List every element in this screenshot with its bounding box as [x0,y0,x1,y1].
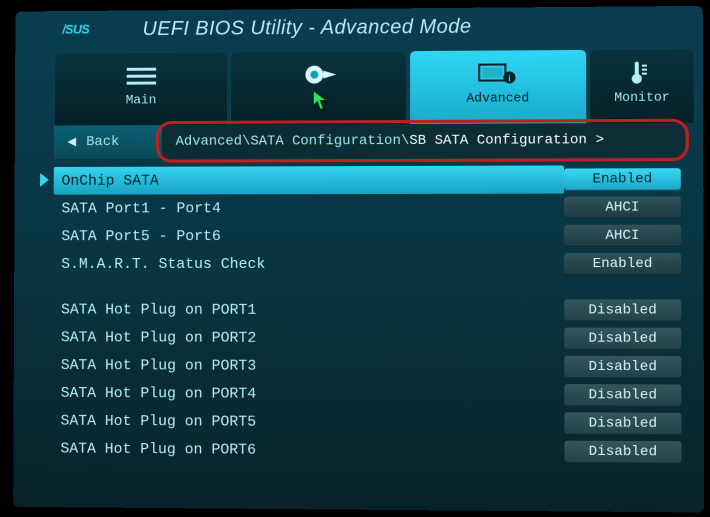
hotplug-row-port6[interactable]: SATA Hot Plug on PORT6 Disabled [53,435,686,467]
hotplug-row-port4[interactable]: SATA Hot Plug on PORT4 Disabled [53,379,686,410]
setting-label: SATA Port1 - Port4 [54,199,564,217]
setting-label: S.M.A.R.T. Status Check [53,255,564,272]
setting-label: SATA Hot Plug on PORT1 [53,301,564,319]
tab-label: Main [126,92,157,107]
spacer [53,278,685,297]
setting-row-sata-port1-4[interactable]: SATA Port1 - Port4 AHCI [54,193,685,222]
hotplug-row-port1[interactable]: SATA Hot Plug on PORT1 Disabled [53,296,685,325]
setting-value[interactable]: Disabled [564,328,681,351]
setting-label: SATA Hot Plug on PORT3 [53,357,564,376]
bars-icon [61,60,222,91]
crumb-seg: SATA Configuration\ [250,133,409,150]
crumb-current: SB SATA Configuration > [409,132,604,149]
chip-info-icon: i [416,58,580,89]
tab-bar: Main i [54,48,695,125]
bullet-icon [237,59,399,90]
cursor-icon [312,89,328,116]
setting-value[interactable]: Disabled [564,441,681,464]
setting-label: SATA Port5 - Port6 [53,227,564,244]
breadcrumb-bar: ◄ Back Advanced\ SATA Configuration\ SB … [54,123,685,159]
bios-screen: /SUS UEFI BIOS Utility - Advanced Mode M… [13,6,704,513]
svg-text:/SUS: /SUS [62,22,90,37]
setting-value[interactable]: Disabled [564,299,681,321]
asus-logo: /SUS [62,16,131,42]
tab-tweaker[interactable] [230,50,406,125]
setting-value[interactable]: Enabled [564,168,681,190]
back-button[interactable]: ◄ Back [54,125,162,159]
tab-label: Advanced [466,90,529,105]
hotplug-row-port2[interactable]: SATA Hot Plug on PORT2 Disabled [53,323,685,353]
tab-main[interactable]: Main [54,51,229,125]
setting-value[interactable]: Disabled [564,384,681,407]
setting-value[interactable]: Disabled [564,412,681,435]
breadcrumb[interactable]: Advanced\ SATA Configuration\ SB SATA Co… [162,123,685,159]
settings-list: OnChip SATA Enabled SATA Port1 - Port4 A… [53,165,686,467]
setting-label: SATA Hot Plug on PORT6 [53,440,565,460]
svg-text:i: i [509,73,512,83]
setting-value[interactable]: Disabled [564,356,681,379]
titlebar: /SUS UEFI BIOS Utility - Advanced Mode [15,6,703,45]
setting-label: SATA Hot Plug on PORT4 [53,384,565,403]
crumb-seg: Advanced\ [176,134,251,150]
hotplug-row-port5[interactable]: SATA Hot Plug on PORT5 Disabled [53,407,686,439]
tab-advanced[interactable]: i Advanced [409,49,588,124]
thermometer-icon [596,57,687,88]
hotplug-row-port3[interactable]: SATA Hot Plug on PORT3 Disabled [53,351,685,381]
setting-row-sata-port5-6[interactable]: SATA Port5 - Port6 AHCI [53,222,685,250]
setting-row-onchip-sata[interactable]: OnChip SATA Enabled [54,165,685,195]
tab-monitor[interactable]: Monitor [589,48,695,123]
back-label: Back [86,134,119,150]
setting-label: OnChip SATA [54,165,564,194]
setting-label: SATA Hot Plug on PORT5 [53,412,565,432]
setting-row-smart-status[interactable]: S.M.A.R.T. Status Check Enabled [53,250,685,278]
title-text: UEFI BIOS Utility - Advanced Mode [142,15,471,40]
tab-label: Monitor [614,90,670,105]
setting-value[interactable]: Enabled [564,253,681,275]
back-arrow-icon: ◄ [68,134,77,151]
setting-label: SATA Hot Plug on PORT2 [53,329,564,347]
setting-value[interactable]: AHCI [564,225,681,247]
setting-value[interactable]: AHCI [564,196,681,218]
